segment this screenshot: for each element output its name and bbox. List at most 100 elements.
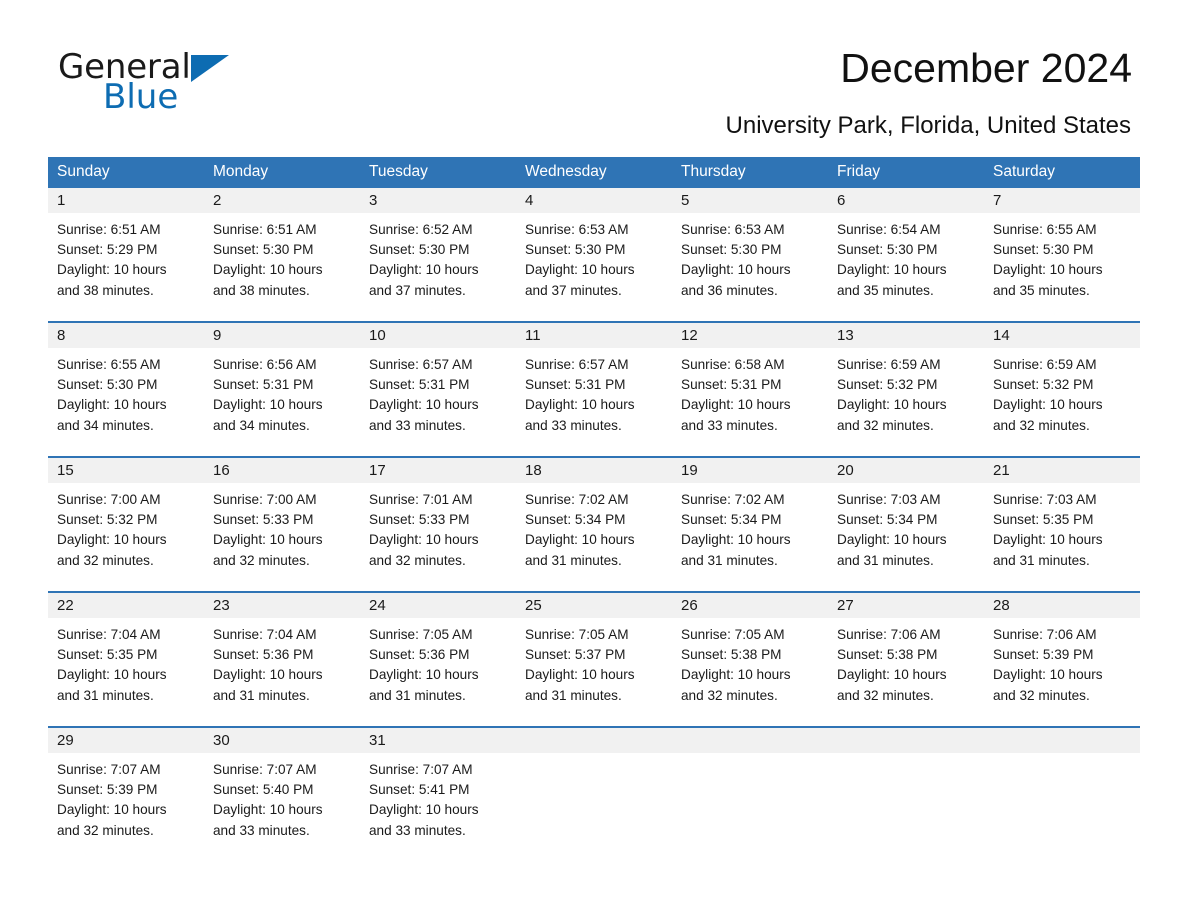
day-number: 19 [672,458,828,483]
brand-word-general: General [58,47,191,87]
calendar-day-cell[interactable]: 5 Sunrise: 6:53 AM Sunset: 5:30 PM Daylight… [672,188,828,321]
sunrise-text: Sunrise: 6:52 AM [369,222,473,237]
sunrise-text: Sunrise: 6:51 AM [213,222,317,237]
day-number: 18 [516,458,672,483]
daylight-text-line2: and 36 minutes. [681,282,778,298]
sunset-text: Sunset: 5:33 PM [369,512,470,528]
calendar-day-cell[interactable]: 10 Sunrise: 6:57 AM Sunset: 5:31 PM Dayligh… [360,323,516,456]
calendar-day-cell[interactable]: 27 Sunrise: 7:06 AM Sunset: 5:38 PM Dayligh… [828,593,984,726]
calendar-day-cell[interactable]: 6 Sunrise: 6:54 AM Sunset: 5:30 PM Daylight… [828,188,984,321]
sunrise-text: Sunrise: 7:01 AM [369,492,473,507]
sunrise-text: Sunrise: 6:53 AM [681,222,785,237]
sunrise-text: Sunrise: 6:58 AM [681,357,785,372]
day-number: 4 [516,188,672,213]
daylight-text-line1: Daylight: 10 hours [993,667,1103,683]
daylight-text-line1: Daylight: 10 hours [213,667,323,683]
calendar-day-cell[interactable]: 12 Sunrise: 6:58 AM Sunset: 5:31 PM Dayligh… [672,323,828,456]
day-details: Sunrise: 7:05 AM Sunset: 5:38 PM Daylight:… [672,618,828,706]
calendar-week-row: 15 Sunrise: 7:00 AM Sunset: 5:32 PM Dayligh… [48,456,1140,591]
calendar-day-cell[interactable]: 22 Sunrise: 7:04 AM Sunset: 5:35 PM Dayligh… [48,593,204,726]
calendar-day-cell[interactable]: 3 Sunrise: 6:52 AM Sunset: 5:30 PM Daylight… [360,188,516,321]
calendar-day-cell[interactable]: 11 Sunrise: 6:57 AM Sunset: 5:31 PM Dayligh… [516,323,672,456]
calendar-day-cell[interactable]: 18 Sunrise: 7:02 AM Sunset: 5:34 PM Dayligh… [516,458,672,591]
page-title: December 2024 [840,45,1132,91]
calendar-day-cell[interactable]: 4 Sunrise: 6:53 AM Sunset: 5:30 PM Daylight… [516,188,672,321]
calendar-day-cell[interactable]: 20 Sunrise: 7:03 AM Sunset: 5:34 PM Dayligh… [828,458,984,591]
day-number [516,728,672,753]
sunrise-text: Sunrise: 7:00 AM [57,492,161,507]
day-number: 15 [48,458,204,483]
sunset-text: Sunset: 5:30 PM [681,242,782,258]
triangle-logo-icon [190,55,229,82]
calendar-day-cell[interactable]: 21 Sunrise: 7:03 AM Sunset: 5:35 PM Dayligh… [984,458,1140,591]
sunrise-text: Sunrise: 6:57 AM [369,357,473,372]
daylight-text-line1: Daylight: 10 hours [369,397,479,413]
calendar-day-cell[interactable]: 8 Sunrise: 6:55 AM Sunset: 5:30 PM Daylight… [48,323,204,456]
daylight-text-line2: and 37 minutes. [369,282,466,298]
daylight-text-line2: and 34 minutes. [213,417,310,433]
calendar-day-cell[interactable]: 13 Sunrise: 6:59 AM Sunset: 5:32 PM Dayligh… [828,323,984,456]
daylight-text-line1: Daylight: 10 hours [993,532,1103,548]
sunrise-text: Sunrise: 7:03 AM [993,492,1097,507]
calendar-day-cell[interactable]: 31 Sunrise: 7:07 AM Sunset: 5:41 PM Dayligh… [360,728,516,861]
calendar-day-cell[interactable]: 24 Sunrise: 7:05 AM Sunset: 5:36 PM Dayligh… [360,593,516,726]
day-details: Sunrise: 7:04 AM Sunset: 5:35 PM Daylight:… [48,618,204,706]
calendar-day-cell[interactable]: 14 Sunrise: 6:59 AM Sunset: 5:32 PM Dayligh… [984,323,1140,456]
calendar-day-cell[interactable]: 19 Sunrise: 7:02 AM Sunset: 5:34 PM Dayligh… [672,458,828,591]
daylight-text-line1: Daylight: 10 hours [681,397,791,413]
daylight-text-line2: and 35 minutes. [837,282,934,298]
calendar-day-cell[interactable]: 26 Sunrise: 7:05 AM Sunset: 5:38 PM Dayligh… [672,593,828,726]
daylight-text-line2: and 33 minutes. [369,417,466,433]
calendar-day-cell[interactable]: 7 Sunrise: 6:55 AM Sunset: 5:30 PM Daylight… [984,188,1140,321]
day-details: Sunrise: 6:52 AM Sunset: 5:30 PM Daylight:… [360,213,516,301]
calendar-day-cell[interactable]: 28 Sunrise: 7:06 AM Sunset: 5:39 PM Dayligh… [984,593,1140,726]
day-details: Sunrise: 7:07 AM Sunset: 5:39 PM Daylight:… [48,753,204,841]
daylight-text-line1: Daylight: 10 hours [369,262,479,278]
day-number: 16 [204,458,360,483]
day-number: 25 [516,593,672,618]
day-number: 21 [984,458,1140,483]
calendar-week-row: 29 Sunrise: 7:07 AM Sunset: 5:39 PM Dayligh… [48,726,1140,861]
calendar-day-cell[interactable]: 16 Sunrise: 7:00 AM Sunset: 5:33 PM Dayligh… [204,458,360,591]
calendar-day-cell[interactable]: 17 Sunrise: 7:01 AM Sunset: 5:33 PM Dayligh… [360,458,516,591]
weekday-sunday: Sunday [57,163,110,180]
day-details: Sunrise: 7:06 AM Sunset: 5:39 PM Daylight:… [984,618,1140,706]
calendar-day-cell-empty [516,728,672,861]
day-number: 7 [984,188,1140,213]
calendar-day-cell[interactable]: 1 Sunrise: 6:51 AM Sunset: 5:29 PM Daylight… [48,188,204,321]
daylight-text-line2: and 32 minutes. [681,687,778,703]
calendar-page: General Blue December 2024 University Pa… [0,0,1188,918]
calendar-day-cell[interactable]: 2 Sunrise: 6:51 AM Sunset: 5:30 PM Daylight… [204,188,360,321]
day-details: Sunrise: 6:58 AM Sunset: 5:31 PM Daylight:… [672,348,828,436]
calendar-day-cell[interactable]: 23 Sunrise: 7:04 AM Sunset: 5:36 PM Dayligh… [204,593,360,726]
sunset-text: Sunset: 5:34 PM [837,512,938,528]
general-blue-logo[interactable]: General Blue [58,50,229,116]
sunrise-text: Sunrise: 6:59 AM [837,357,941,372]
day-number: 13 [828,323,984,348]
day-details: Sunrise: 7:02 AM Sunset: 5:34 PM Daylight:… [672,483,828,571]
day-number: 31 [360,728,516,753]
daylight-text-line2: and 31 minutes. [369,687,466,703]
sunset-text: Sunset: 5:29 PM [57,242,158,258]
day-details: Sunrise: 7:04 AM Sunset: 5:36 PM Daylight:… [204,618,360,706]
daylight-text-line2: and 31 minutes. [525,687,622,703]
day-details: Sunrise: 7:03 AM Sunset: 5:35 PM Daylight:… [984,483,1140,571]
daylight-text-line2: and 33 minutes. [525,417,622,433]
daylight-text-line1: Daylight: 10 hours [57,667,167,683]
daylight-text-line2: and 32 minutes. [837,417,934,433]
daylight-text-line2: and 32 minutes. [993,417,1090,433]
daylight-text-line1: Daylight: 10 hours [57,802,167,818]
day-details: Sunrise: 7:05 AM Sunset: 5:37 PM Daylight:… [516,618,672,706]
sunset-text: Sunset: 5:30 PM [993,242,1094,258]
daylight-text-line2: and 31 minutes. [681,552,778,568]
calendar-day-cell[interactable]: 25 Sunrise: 7:05 AM Sunset: 5:37 PM Dayligh… [516,593,672,726]
calendar-day-cell[interactable]: 29 Sunrise: 7:07 AM Sunset: 5:39 PM Dayligh… [48,728,204,861]
calendar-day-cell[interactable]: 30 Sunrise: 7:07 AM Sunset: 5:40 PM Dayligh… [204,728,360,861]
calendar-day-cell[interactable]: 15 Sunrise: 7:00 AM Sunset: 5:32 PM Dayligh… [48,458,204,591]
daylight-text-line2: and 32 minutes. [837,687,934,703]
day-number: 5 [672,188,828,213]
daylight-text-line1: Daylight: 10 hours [213,532,323,548]
sunrise-text: Sunrise: 7:07 AM [213,762,317,777]
calendar-day-cell[interactable]: 9 Sunrise: 6:56 AM Sunset: 5:31 PM Daylight… [204,323,360,456]
daylight-text-line2: and 38 minutes. [213,282,310,298]
